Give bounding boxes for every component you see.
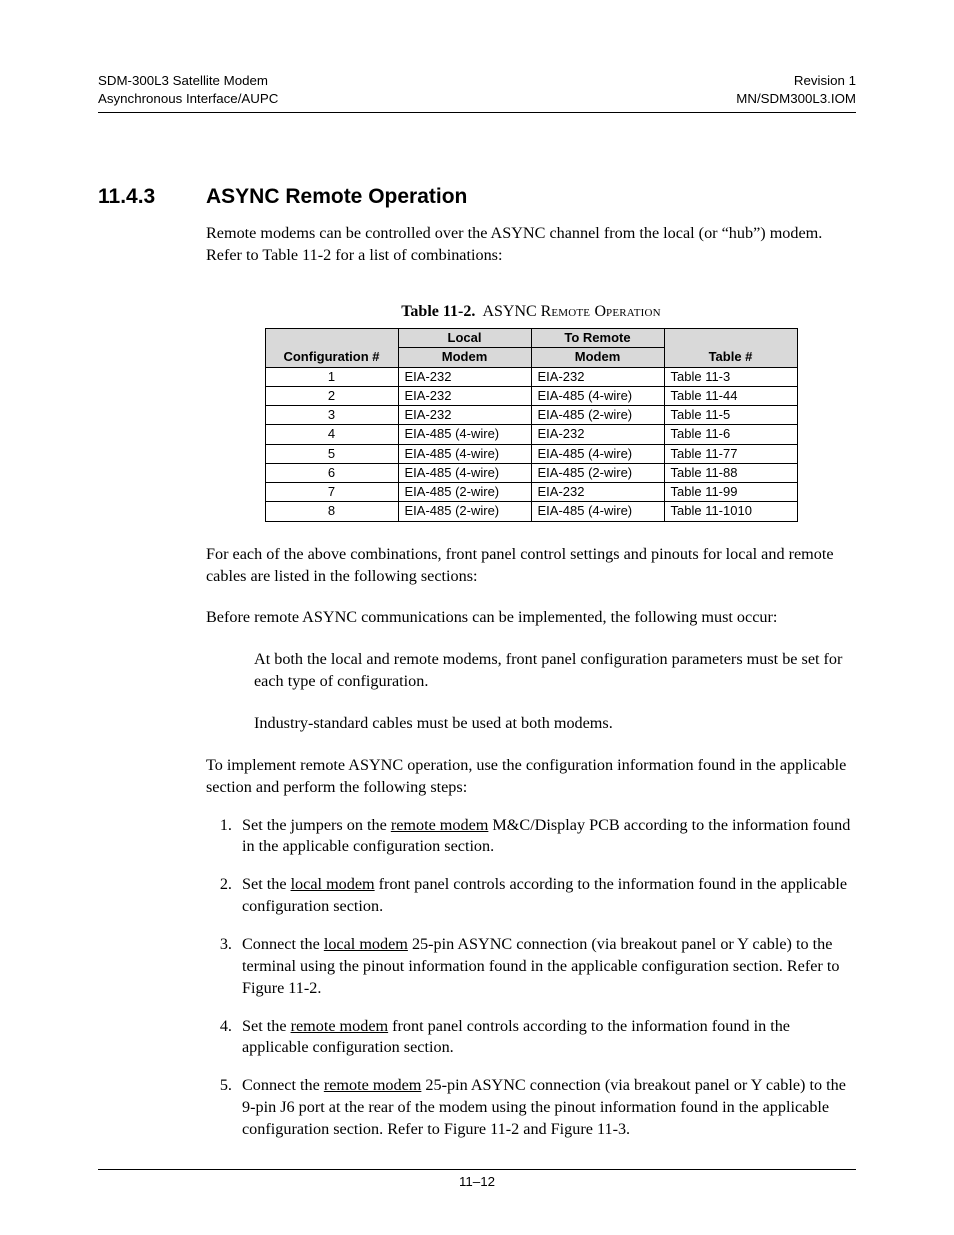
table-row: 4 EIA-485 (4-wire) EIA-232 Table 11-6	[265, 425, 797, 444]
after-table-paragraph: For each of the above combinations, fron…	[206, 544, 856, 588]
header-line-1: SDM-300L3 Satellite Modem Revision 1	[98, 72, 856, 90]
before-paragraph: Before remote ASYNC communications can b…	[206, 607, 856, 629]
table-caption-bold: Table 11-2.	[401, 303, 475, 320]
section-heading: 11.4.3ASYNC Remote Operation	[98, 185, 856, 209]
header-line-2: Asynchronous Interface/AUPC MN/SDM300L3.…	[98, 90, 856, 108]
bullet-2: Industry-standard cables must be used at…	[254, 713, 856, 735]
th-remote-b: Modem	[531, 348, 664, 367]
th-local-a: Local	[398, 329, 531, 348]
section-title: ASYNC Remote Operation	[206, 185, 467, 208]
th-table: Table #	[664, 329, 797, 368]
section-number: 11.4.3	[98, 185, 206, 209]
table-row: 3 EIA-232 EIA-485 (2-wire) Table 11-5	[265, 406, 797, 425]
header-left-1: SDM-300L3 Satellite Modem	[98, 72, 268, 90]
table-caption-rest: ASYNC Remote Operation	[482, 303, 660, 320]
steps-list: Set the jumpers on the remote modem M&C/…	[236, 815, 856, 1141]
header-left-2: Asynchronous Interface/AUPC	[98, 90, 278, 108]
header-right-1: Revision 1	[794, 72, 856, 90]
page-number: 11–12	[98, 1174, 856, 1189]
step-1: Set the jumpers on the remote modem M&C/…	[236, 815, 856, 859]
config-table: Configuration # Local To Remote Table # …	[265, 328, 798, 522]
step-5: Connect the remote modem 25-pin ASYNC co…	[236, 1075, 856, 1141]
step-4: Set the remote modem front panel control…	[236, 1016, 856, 1060]
footer: 11–12	[98, 1169, 856, 1189]
table-row: 7 EIA-485 (2-wire) EIA-232 Table 11-99	[265, 483, 797, 502]
table-row: 1 EIA-232 EIA-232 Table 11-3	[265, 367, 797, 386]
table-row: 6 EIA-485 (4-wire) EIA-485 (2-wire) Tabl…	[265, 463, 797, 482]
body-block: Remote modems can be controlled over the…	[206, 223, 856, 1141]
table-row: 2 EIA-232 EIA-485 (4-wire) Table 11-44	[265, 386, 797, 405]
header-right-2: MN/SDM300L3.IOM	[736, 90, 856, 108]
th-local-b: Modem	[398, 348, 531, 367]
intro-paragraph: Remote modems can be controlled over the…	[206, 223, 856, 267]
table-row: 5 EIA-485 (4-wire) EIA-485 (4-wire) Tabl…	[265, 444, 797, 463]
footer-rule	[98, 1169, 856, 1170]
step-3: Connect the local modem 25-pin ASYNC con…	[236, 934, 856, 1000]
step-2: Set the local modem front panel controls…	[236, 874, 856, 918]
implement-paragraph: To implement remote ASYNC operation, use…	[206, 755, 856, 799]
table-caption: Table 11-2. ASYNC Remote Operation	[206, 301, 856, 323]
th-remote-a: To Remote	[531, 329, 664, 348]
page: SDM-300L3 Satellite Modem Revision 1 Asy…	[0, 0, 954, 1235]
th-config: Configuration #	[265, 329, 398, 368]
bullet-1: At both the local and remote modems, fro…	[254, 649, 856, 693]
header-rule	[98, 112, 856, 113]
table-row: 8 EIA-485 (2-wire) EIA-485 (4-wire) Tabl…	[265, 502, 797, 521]
